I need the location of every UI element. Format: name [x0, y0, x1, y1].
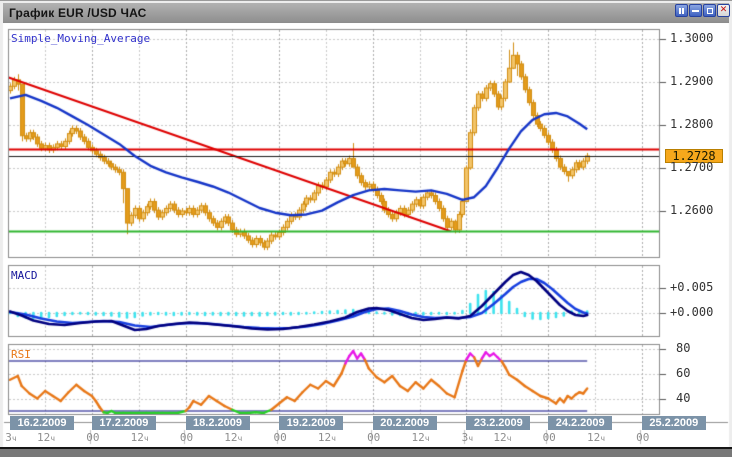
chart-canvas[interactable] [0, 1, 732, 457]
chart-window: График EUR /USD ЧАС ✕ Simple_Moving_Aver… [0, 0, 732, 457]
